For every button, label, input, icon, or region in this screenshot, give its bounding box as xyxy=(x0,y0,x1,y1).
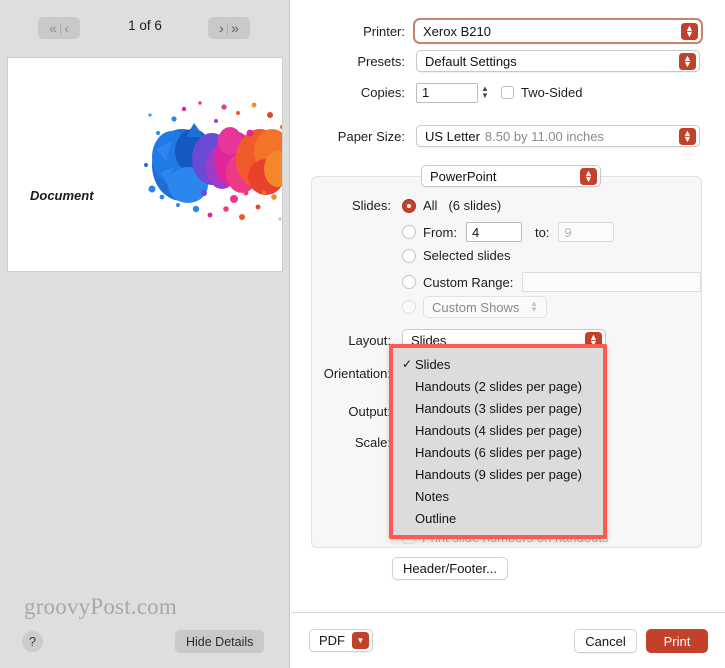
app-options-select[interactable]: PowerPoint ▲ ▼ xyxy=(421,165,601,187)
cancel-button[interactable]: Cancel xyxy=(574,629,637,653)
chevron-updown-icon: ▲ ▼ xyxy=(679,53,696,70)
slides-selected-radio[interactable] xyxy=(402,248,416,263)
preview-next-nav-group[interactable]: › | » xyxy=(208,17,250,39)
slides-to-input[interactable]: 9 xyxy=(558,222,615,242)
menu-item[interactable]: Handouts (4 slides per page) xyxy=(393,419,603,441)
print-preview-pane: « | ‹ 1 of 6 › | » Document groovyPost.c… xyxy=(0,0,290,668)
chevron-updown-icon: ▲ ▼ xyxy=(681,23,698,40)
slides-custom-shows-row: Custom Shows ▲ ▼ xyxy=(402,296,547,318)
menu-item-label: Handouts (3 slides per page) xyxy=(415,400,582,416)
slides-selected-label: Selected slides xyxy=(423,248,511,263)
slides-custom-range-input[interactable] xyxy=(522,272,702,292)
hide-details-button[interactable]: Hide Details xyxy=(175,630,265,653)
pdf-button[interactable]: PDF ▼ xyxy=(309,629,373,652)
presets-row: Presets: Default Settings ▲ ▼ xyxy=(291,50,705,72)
two-sided-checkbox[interactable] xyxy=(501,86,514,99)
menu-item[interactable]: Handouts (6 slides per page) xyxy=(393,441,603,463)
menu-item[interactable]: ✓ Slides xyxy=(393,353,603,375)
menu-item-label: Handouts (4 slides per page) xyxy=(415,422,582,438)
help-button[interactable]: ? xyxy=(22,631,43,652)
two-sided-label: Two-Sided xyxy=(521,85,583,100)
presets-select[interactable]: Default Settings ▲ ▼ xyxy=(416,50,700,72)
last-page-icon[interactable]: » xyxy=(230,21,240,35)
slides-from-row: From: 4 to: 9 xyxy=(402,222,615,242)
slides-from-input[interactable]: 4 xyxy=(465,222,522,242)
copies-stepper[interactable]: ▲ ▼ xyxy=(478,82,492,103)
menu-item[interactable]: Handouts (3 slides per page) xyxy=(393,397,603,419)
output-label: Output: xyxy=(348,404,391,419)
printer-label: Printer: xyxy=(363,23,405,39)
menu-item[interactable]: Handouts (2 slides per page) xyxy=(393,375,603,397)
copies-input[interactable]: 1 xyxy=(416,82,478,103)
chevron-updown-icon: ▲ ▼ xyxy=(679,128,696,145)
output-row: Output: xyxy=(291,404,391,419)
paper-size-value: US Letter xyxy=(425,128,480,144)
header-footer-button[interactable]: Header/Footer... xyxy=(392,557,508,580)
menu-item[interactable]: Outline xyxy=(393,507,603,529)
slides-from-label: From: xyxy=(423,224,457,240)
next-page-icon[interactable]: › xyxy=(218,21,225,35)
menu-item-label: Handouts (9 slides per page) xyxy=(415,466,582,482)
slides-all-radio[interactable] xyxy=(402,198,416,213)
pdf-button-label: PDF xyxy=(319,633,345,648)
custom-shows-value: Custom Shows xyxy=(432,299,520,315)
chevron-down-icon: ▼ xyxy=(352,632,369,649)
slides-custom-range-radio[interactable] xyxy=(402,275,416,289)
app-options-popup-wrap: PowerPoint ▲ ▼ xyxy=(421,165,601,187)
scale-row: Scale: xyxy=(291,435,391,450)
checkmark-icon: ✓ xyxy=(402,357,413,371)
slides-custom-range-label: Custom Range: xyxy=(423,274,514,290)
chevron-updown-icon: ▲ ▼ xyxy=(580,168,597,185)
custom-shows-select[interactable]: Custom Shows ▲ ▼ xyxy=(423,296,547,318)
slides-from-radio[interactable] xyxy=(402,225,416,239)
copies-row: Copies: 1 ▲ ▼ Two-Sided xyxy=(291,82,705,103)
paint-splatter-graphic xyxy=(144,101,282,221)
copies-label: Copies: xyxy=(360,85,405,100)
print-button[interactable]: Print xyxy=(646,629,708,653)
print-settings-pane: Printer: Xerox B210 ▲ ▼ Presets: Default … xyxy=(291,0,725,668)
paper-size-label: Paper Size: xyxy=(337,128,405,144)
document-preview-page[interactable]: Document xyxy=(7,57,283,272)
menu-item-label: Handouts (2 slides per page) xyxy=(415,378,582,394)
slides-to-label: to: xyxy=(534,224,550,240)
presets-label: Presets: xyxy=(357,53,405,69)
printer-row: Printer: Xerox B210 ▲ ▼ xyxy=(291,18,705,44)
app-options-value: PowerPoint xyxy=(430,168,497,184)
orientation-row: Orientation: xyxy=(291,366,391,381)
slides-label: Slides: xyxy=(351,198,391,213)
presets-value: Default Settings xyxy=(425,53,517,69)
groovypost-watermark: groovyPost.com xyxy=(24,594,177,619)
preview-navigation-bar: « | ‹ 1 of 6 › | » xyxy=(0,0,290,50)
printer-select[interactable]: Xerox B210 ▲ ▼ xyxy=(413,18,703,44)
paper-size-select[interactable]: US Letter 8.50 by 11.00 inches ▲ ▼ xyxy=(416,125,700,147)
layout-label: Layout: xyxy=(348,332,391,348)
printer-value: Xerox B210 xyxy=(423,23,491,39)
slides-all-count: (6 slides) xyxy=(448,198,502,213)
menu-item[interactable]: Handouts (9 slides per page) xyxy=(393,463,603,485)
slides-custom-shows-radio[interactable] xyxy=(402,300,416,314)
menu-item-label: Handouts (6 slides per page) xyxy=(415,444,582,460)
chevron-updown-icon: ▲ ▼ xyxy=(530,298,538,314)
slides-all-label: All xyxy=(423,198,438,213)
menu-item-label: Outline xyxy=(415,510,457,526)
footer-divider xyxy=(291,612,725,613)
menu-item[interactable]: Notes xyxy=(393,485,603,507)
slides-all-row: Slides: All (6 slides) xyxy=(291,198,501,213)
menu-item-label: Notes xyxy=(415,488,449,504)
slides-selected-row: Selected slides xyxy=(402,248,510,263)
paper-size-row: Paper Size: US Letter 8.50 by 11.00 inch… xyxy=(291,125,705,147)
paper-size-detail: 8.50 by 11.00 inches xyxy=(484,128,604,144)
preview-document-title: Document xyxy=(30,188,94,203)
print-dialog: « | ‹ 1 of 6 › | » Document groovyPost.c… xyxy=(0,0,725,668)
menu-item-label: Slides xyxy=(415,356,451,372)
slides-custom-range-row: Custom Range: xyxy=(402,272,702,292)
layout-dropdown-menu[interactable]: ✓ Slides Handouts (2 slides per page) Ha… xyxy=(389,344,607,539)
scale-label: Scale: xyxy=(354,435,391,450)
orientation-label: Orientation: xyxy=(323,366,391,381)
